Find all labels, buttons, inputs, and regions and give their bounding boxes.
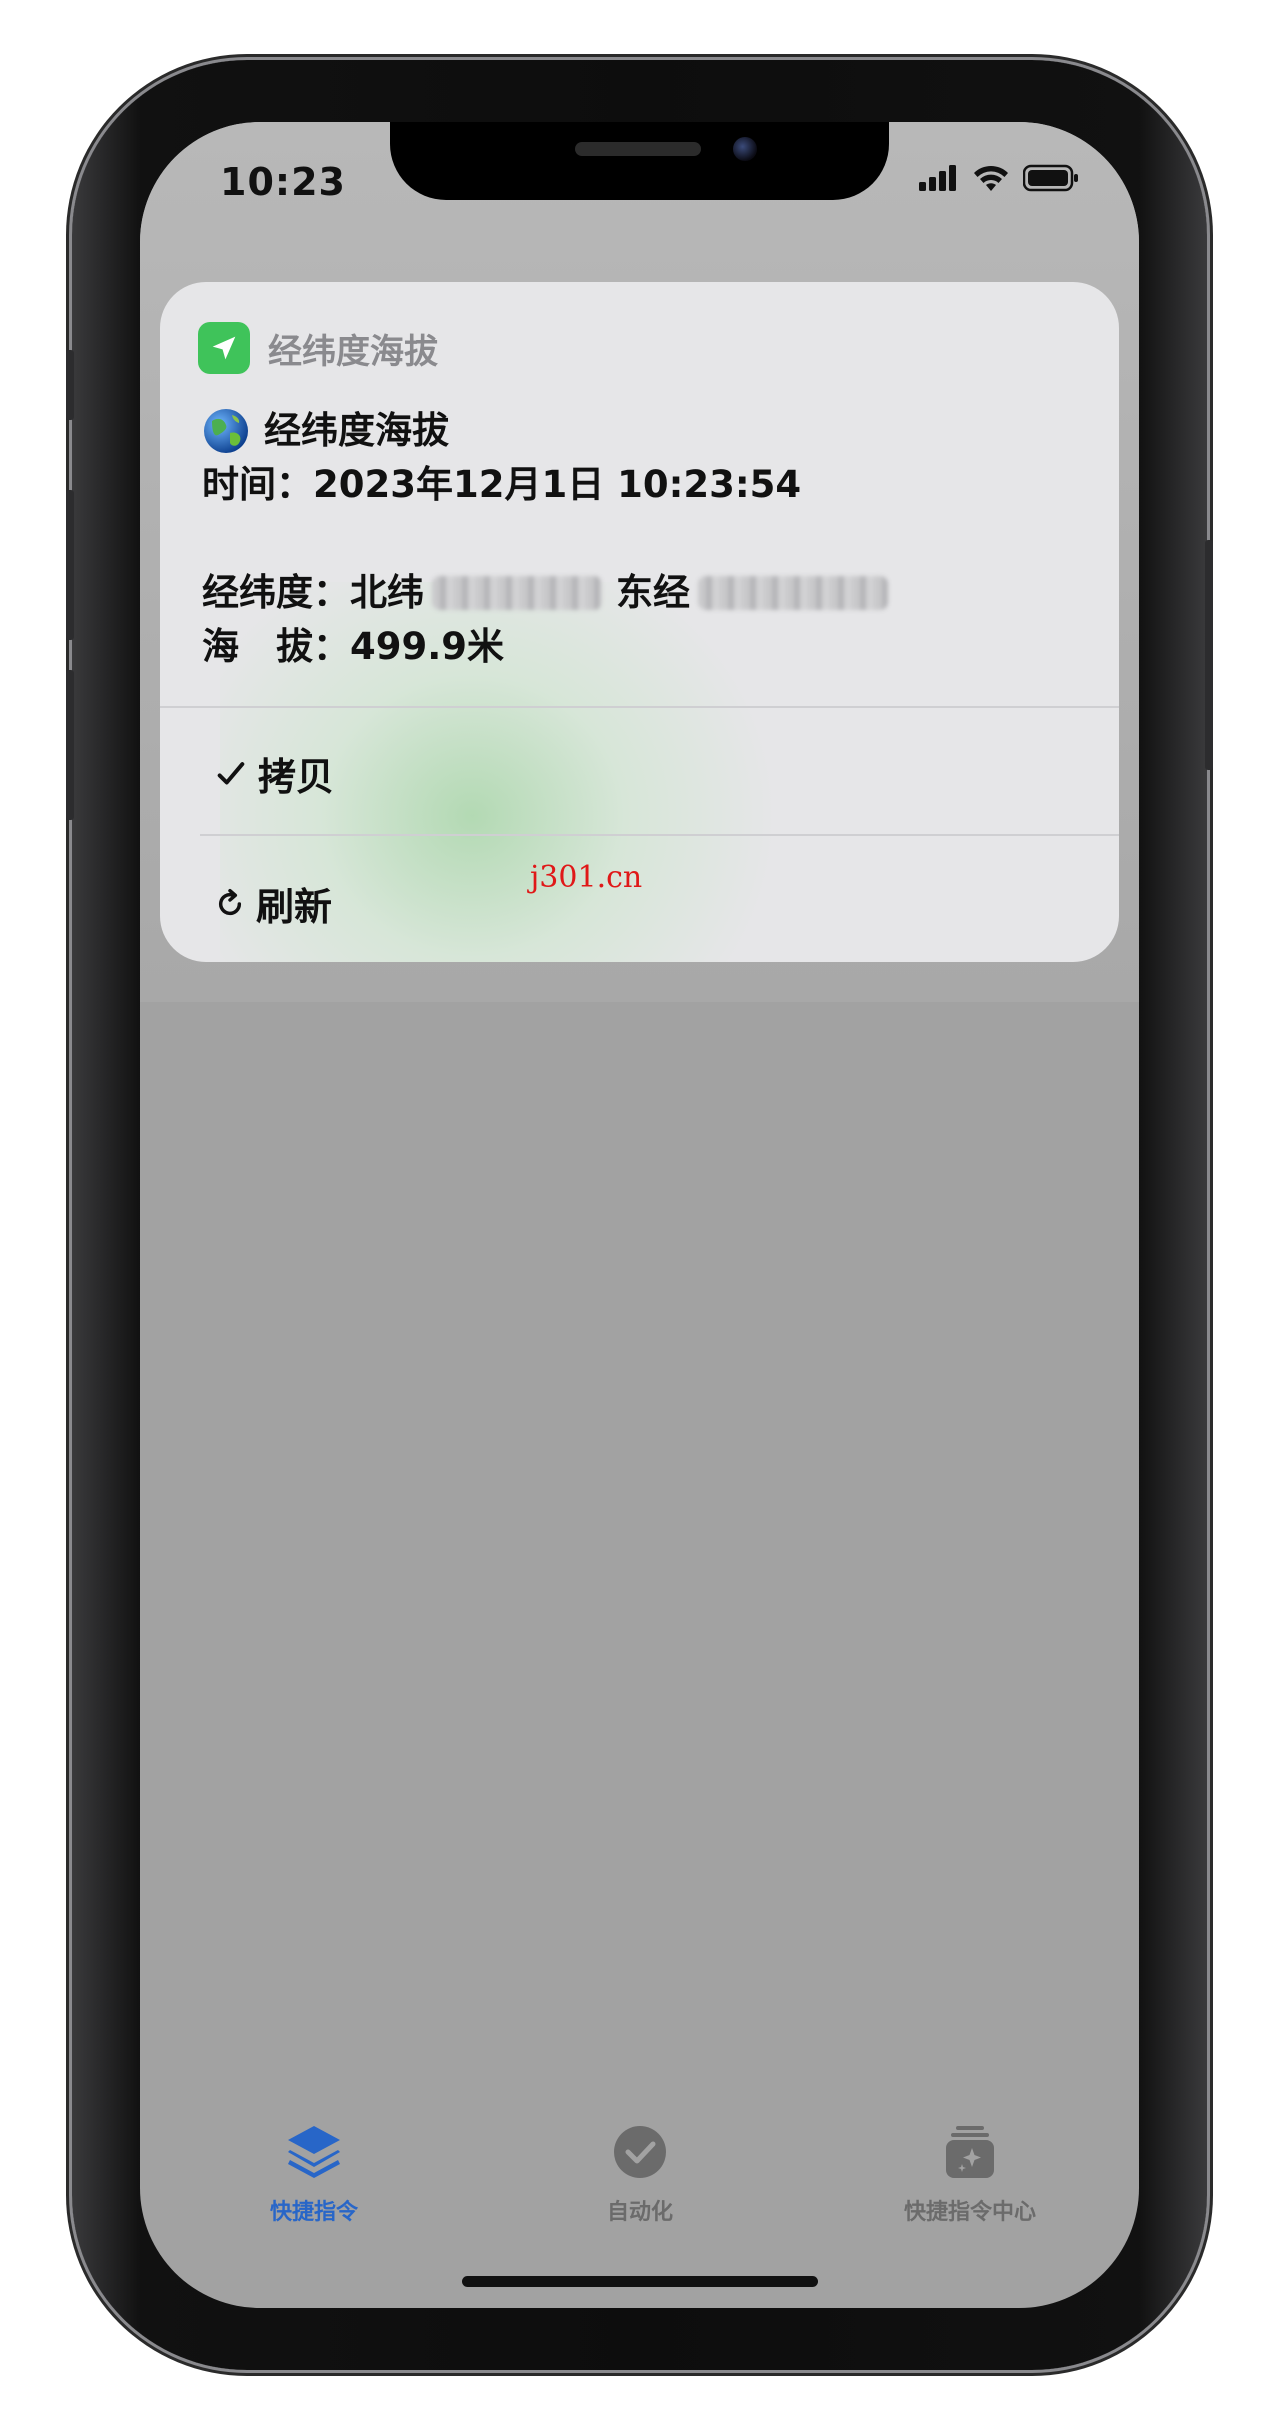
status-icons — [919, 164, 1079, 192]
volume-up-button — [66, 490, 74, 640]
copy-label: 拷贝 — [258, 755, 335, 799]
notification-header: 经纬度海拔 — [198, 322, 438, 374]
longitude-label: 东经 — [616, 571, 690, 614]
altitude-line: 海 拔：499.9米 — [202, 625, 505, 668]
notification-body: 经纬度海拔 时间：2023年12月1日 10:23:54 经纬度：北纬 东经 海… — [202, 404, 902, 674]
time-line: 时间：2023年12月1日 10:23:54 — [202, 463, 802, 506]
tab-automation[interactable]: 自动化 — [490, 2120, 790, 2226]
tab-gallery[interactable]: 快捷指令中心 — [820, 2120, 1120, 2226]
cellular-signal-icon — [919, 165, 956, 191]
tab-label: 快捷指令 — [269, 2200, 358, 2225]
volume-down-button — [66, 670, 74, 820]
battery-icon — [1023, 164, 1078, 192]
status-time: 10:23 — [220, 160, 346, 204]
power-button — [1205, 540, 1213, 770]
earpiece-speaker — [575, 142, 701, 156]
home-indicator[interactable] — [462, 2276, 818, 2287]
tab-shortcuts[interactable]: 快捷指令 — [164, 2120, 464, 2226]
front-camera — [733, 137, 757, 161]
copy-button[interactable]: 拷贝 — [214, 746, 334, 801]
tab-bar: 快捷指令 自动化 快捷指令中心 — [140, 2120, 1139, 2240]
mute-switch — [66, 350, 74, 420]
wifi-icon — [974, 165, 1008, 191]
refresh-label: 刷新 — [256, 885, 333, 929]
location-arrow-icon — [198, 322, 250, 374]
divider — [200, 834, 1119, 836]
app-name: 经纬度海拔 — [268, 331, 438, 372]
title-row: 经纬度海拔 — [202, 404, 902, 458]
phone-screen: 10:23 经纬度海拔 经纬度海拔 时间：2023年12月1日 10:23:54… — [140, 122, 1139, 2308]
watermark: j301.cn — [530, 860, 643, 895]
gallery-sparkle-icon — [946, 2126, 994, 2178]
tab-label: 快捷指令中心 — [903, 2200, 1036, 2225]
redacted-latitude — [432, 576, 602, 610]
globe-icon — [204, 409, 248, 453]
clock-check-icon — [614, 2126, 666, 2178]
notification-title: 经纬度海拔 — [264, 409, 449, 452]
divider — [160, 706, 1119, 708]
checkmark-icon — [217, 761, 245, 784]
notch — [390, 122, 889, 200]
refresh-icon — [218, 888, 242, 915]
latitude-label: 经纬度：北纬 — [202, 571, 424, 614]
phone-frame: 10:23 经纬度海拔 经纬度海拔 时间：2023年12月1日 10:23:54… — [66, 60, 1213, 2370]
tab-label: 自动化 — [606, 2200, 673, 2225]
refresh-button[interactable]: 刷新 — [214, 876, 332, 931]
coordinate-line: 经纬度：北纬 东经 — [202, 566, 902, 620]
redacted-longitude — [698, 576, 888, 610]
layers-icon — [288, 2126, 340, 2178]
